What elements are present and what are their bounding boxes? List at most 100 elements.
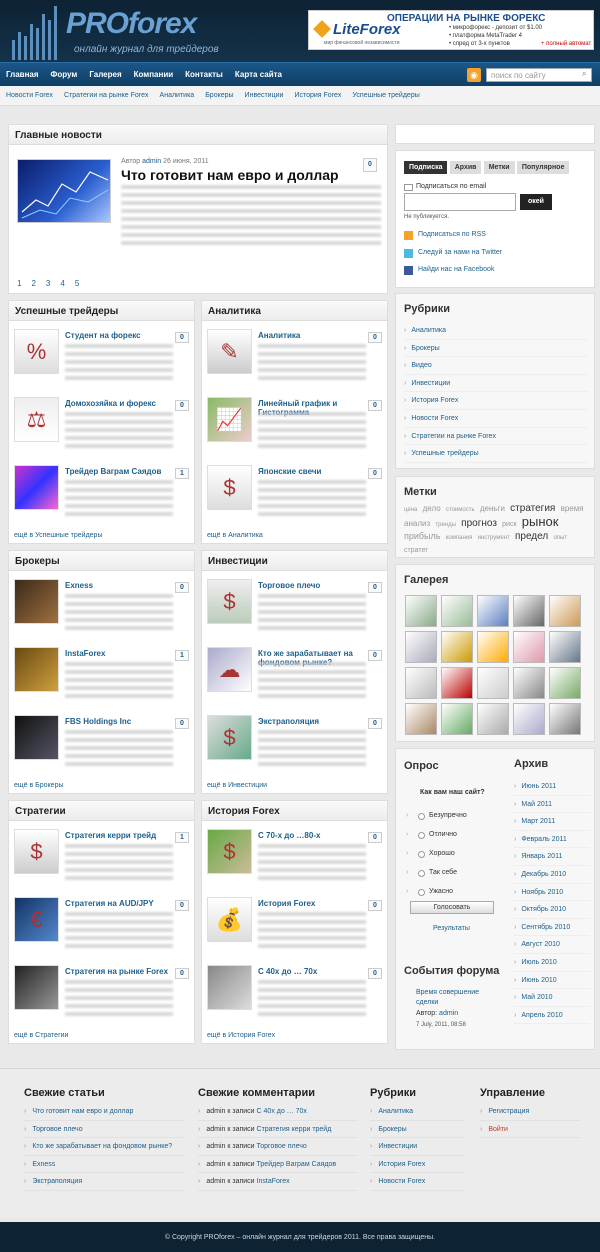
- tag-link[interactable]: стратег: [404, 547, 428, 554]
- gallery-thumb[interactable]: [477, 631, 509, 663]
- more-link[interactable]: ещё в Брокеры: [14, 782, 64, 789]
- nav-item-gallery[interactable]: Галерея: [89, 70, 121, 79]
- poll-radio[interactable]: [418, 832, 425, 839]
- post-title-link[interactable]: С 40х до … 70х: [258, 967, 366, 976]
- page-link[interactable]: 5: [75, 279, 79, 288]
- footer-link[interactable]: Торговое плечо: [32, 1126, 82, 1133]
- comment-count[interactable]: 0: [363, 158, 377, 172]
- page-link[interactable]: 3: [46, 279, 50, 288]
- gallery-thumb[interactable]: [477, 595, 509, 627]
- footer-link[interactable]: Кто же зарабатывает на фондовом рынке?: [32, 1143, 172, 1150]
- rubric-item[interactable]: Стратегии на рынке Forex: [404, 428, 588, 446]
- comment-count[interactable]: 0: [175, 332, 189, 343]
- comment-count[interactable]: 0: [368, 468, 382, 479]
- main-news-image[interactable]: [17, 159, 111, 223]
- post-thumbnail[interactable]: %: [14, 329, 59, 374]
- facebook-link[interactable]: Найди нас на Facebook: [418, 266, 494, 273]
- post-thumbnail[interactable]: $: [207, 829, 252, 874]
- tag-link[interactable]: инструмент: [478, 535, 510, 541]
- subnav-item[interactable]: Стратегии на рынке Forex: [64, 92, 149, 99]
- gallery-thumb[interactable]: [513, 631, 545, 663]
- tab-tags[interactable]: Метки: [483, 161, 515, 174]
- post-title-link[interactable]: С 70-х до …80-х: [258, 831, 366, 840]
- gallery-thumb[interactable]: [405, 667, 437, 699]
- page-link[interactable]: 1: [17, 279, 21, 288]
- gallery-thumb[interactable]: [441, 667, 473, 699]
- more-link[interactable]: ещё в История Forex: [207, 1032, 275, 1039]
- archive-item[interactable]: Апрель 2010: [514, 1007, 590, 1025]
- footer-link[interactable]: Инвестиции: [378, 1143, 417, 1150]
- subscribe-button[interactable]: окей: [520, 194, 552, 210]
- search-icon[interactable]: ⌕: [582, 69, 586, 79]
- subnav-item[interactable]: История Forex: [294, 92, 341, 99]
- post-thumbnail[interactable]: [14, 965, 59, 1010]
- comment-count[interactable]: 1: [175, 468, 189, 479]
- poll-radio[interactable]: [418, 889, 425, 896]
- archive-item[interactable]: Март 2011: [514, 813, 590, 831]
- post-title-link[interactable]: Аналитика: [258, 331, 366, 340]
- archive-item[interactable]: Сентябрь 2010: [514, 919, 590, 937]
- archive-item[interactable]: Январь 2011: [514, 848, 590, 866]
- tag-link[interactable]: предел: [515, 531, 548, 542]
- post-title-link[interactable]: Трейдер Ваграм Саядов: [65, 467, 173, 476]
- post-title-link[interactable]: Домохозяйка и форекс: [65, 399, 173, 408]
- gallery-thumb[interactable]: [405, 703, 437, 735]
- post-title-link[interactable]: Японские свечи: [258, 467, 366, 476]
- footer-item[interactable]: Что готовит нам евро и доллар: [24, 1103, 184, 1121]
- footer-item[interactable]: Аналитика: [370, 1103, 465, 1121]
- archive-item[interactable]: Май 2011: [514, 796, 590, 814]
- archive-item[interactable]: Октябрь 2010: [514, 901, 590, 919]
- tag-link[interactable]: деньги: [480, 504, 505, 513]
- tag-link[interactable]: прогноз: [461, 518, 497, 529]
- subnav-item[interactable]: Успешные трейдеры: [352, 92, 419, 99]
- footer-link[interactable]: Экстраполяция: [32, 1178, 82, 1185]
- author-name[interactable]: admin: [439, 1010, 458, 1017]
- footer-item[interactable]: Инвестиции: [370, 1138, 465, 1156]
- footer-link[interactable]: Новости Forex: [378, 1178, 425, 1185]
- gallery-thumb[interactable]: [513, 703, 545, 735]
- poll-radio[interactable]: [418, 851, 425, 858]
- footer-item[interactable]: admin к записи Торговое плечо: [198, 1138, 358, 1156]
- comment-post-link[interactable]: С 40х до … 70х: [257, 1108, 307, 1115]
- comment-count[interactable]: 0: [368, 832, 382, 843]
- post-title-link[interactable]: Торговое плечо: [258, 581, 366, 590]
- gallery-thumb[interactable]: [513, 595, 545, 627]
- poll-radio[interactable]: [418, 813, 425, 820]
- tag-link[interactable]: дело: [423, 504, 441, 513]
- comment-count[interactable]: 1: [175, 832, 189, 843]
- post-thumbnail[interactable]: [14, 579, 59, 624]
- rss-link[interactable]: Подписаться по RSS: [418, 231, 486, 238]
- footer-link[interactable]: Регистрация: [488, 1108, 529, 1115]
- rubric-item[interactable]: Новости Forex: [404, 410, 588, 428]
- gallery-thumb[interactable]: [405, 631, 437, 663]
- post-thumbnail[interactable]: €: [14, 897, 59, 942]
- page-link[interactable]: 2: [31, 279, 35, 288]
- tag-link[interactable]: опыт: [553, 535, 567, 541]
- rubric-item[interactable]: Инвестиции: [404, 375, 588, 393]
- gallery-thumb[interactable]: [441, 595, 473, 627]
- comment-post-link[interactable]: Стратегия керри трейд: [257, 1126, 332, 1133]
- post-thumbnail[interactable]: 📈: [207, 397, 252, 442]
- tag-link[interactable]: рынок: [522, 514, 559, 529]
- gallery-thumb[interactable]: [477, 667, 509, 699]
- archive-item[interactable]: Июнь 2010: [514, 972, 590, 990]
- forum-event-link[interactable]: Время совершение сделки: [416, 988, 496, 1008]
- subnav-item[interactable]: Новости Forex: [6, 92, 53, 99]
- post-title-link[interactable]: Стратегия на AUD/JPY: [65, 899, 173, 908]
- poll-results-link[interactable]: Результаты: [433, 925, 470, 932]
- archive-item[interactable]: Май 2010: [514, 989, 590, 1007]
- tag-link[interactable]: тренды: [435, 522, 456, 528]
- post-thumbnail[interactable]: $: [14, 829, 59, 874]
- post-thumbnail[interactable]: $: [207, 579, 252, 624]
- comment-count[interactable]: 0: [368, 400, 382, 411]
- author-link[interactable]: admin: [142, 158, 161, 165]
- comment-count[interactable]: 0: [368, 718, 382, 729]
- post-thumbnail[interactable]: [14, 465, 59, 510]
- post-thumbnail[interactable]: [207, 965, 252, 1010]
- footer-item[interactable]: Кто же зарабатывает на фондовом рынке?: [24, 1138, 184, 1156]
- tag-link[interactable]: анализ: [404, 519, 430, 528]
- tag-link[interactable]: риск: [502, 521, 516, 528]
- subnav-item[interactable]: Аналитика: [160, 92, 195, 99]
- footer-item[interactable]: Брокеры: [370, 1121, 465, 1139]
- post-title-link[interactable]: Exness: [65, 581, 173, 590]
